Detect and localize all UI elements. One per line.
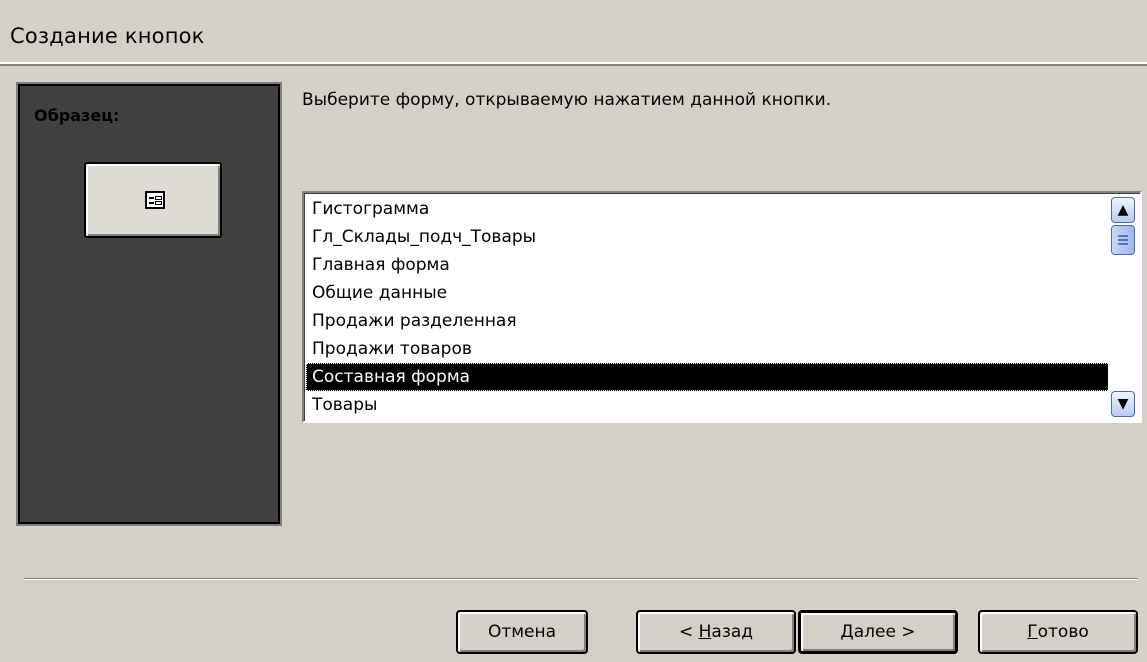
chevron-up-icon: ▲ <box>1117 202 1129 218</box>
list-item[interactable]: Общие данные <box>306 279 1110 307</box>
finish-button[interactable]: Готово <box>978 610 1138 654</box>
next-button-accel: Д <box>840 622 854 642</box>
form-icon <box>145 191 165 209</box>
scroll-up-button[interactable]: ▲ <box>1111 197 1135 223</box>
next-button-label: алее > <box>853 622 916 642</box>
next-button[interactable]: Далее > <box>798 610 958 654</box>
forms-list-items: Гистограмма Гл_Склады_подч_Товары Главна… <box>306 195 1110 419</box>
back-button[interactable]: < Назад <box>636 610 796 654</box>
instruction-text: Выберите форму, открываемую нажатием дан… <box>302 90 832 110</box>
scroll-down-button[interactable]: ▼ <box>1111 391 1135 417</box>
list-item[interactable]: Товары <box>306 391 1110 419</box>
list-scrollbar[interactable]: ▲ ▼ <box>1108 195 1138 419</box>
sample-button-preview <box>84 162 222 238</box>
chevron-down-icon: ▼ <box>1117 396 1129 412</box>
window-title: Создание кнопок <box>10 24 205 48</box>
separator <box>24 578 1138 580</box>
list-item[interactable]: Гистограмма <box>306 195 1110 223</box>
cancel-button-label: Отмена <box>487 622 557 642</box>
forms-listbox[interactable]: Гистограмма Гл_Склады_подч_Товары Главна… <box>302 191 1142 423</box>
list-item-selected[interactable]: Составная форма <box>306 363 1110 391</box>
list-item[interactable]: Главная форма <box>306 251 1110 279</box>
finish-button-accel: Г <box>1027 622 1038 642</box>
list-item[interactable]: Гл_Склады_подч_Товары <box>306 223 1110 251</box>
cancel-button[interactable]: Отмена <box>456 610 588 654</box>
title-bar: Создание кнопок <box>0 0 1147 66</box>
list-item[interactable]: Продажи товаров <box>306 335 1110 363</box>
list-item[interactable]: Продажи разделенная <box>306 307 1110 335</box>
dialog-window: Создание кнопок Образец: Выберите форму,… <box>0 0 1147 662</box>
sample-label: Образец: <box>34 106 120 125</box>
back-button-label: азад <box>711 622 754 642</box>
scroll-thumb[interactable] <box>1111 225 1135 255</box>
back-button-accel: Н <box>698 622 712 642</box>
finish-button-label: отово <box>1037 622 1089 642</box>
back-button-prefix: < <box>678 622 699 642</box>
sample-panel: Образец: <box>18 84 280 524</box>
